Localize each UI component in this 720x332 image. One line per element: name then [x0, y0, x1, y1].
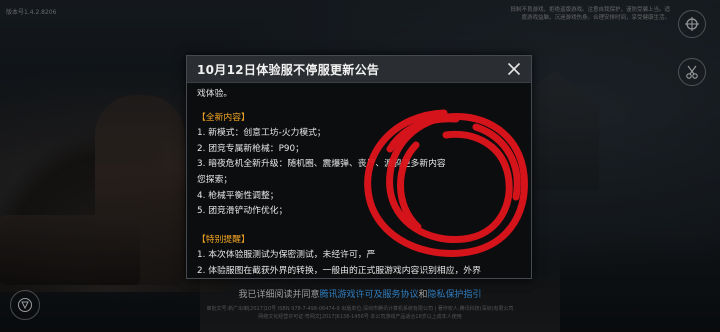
content-line: 2. 体验服图在截获外界的转换，一般由的正式服游戏内容识别相应，外界 [197, 265, 481, 276]
section-heading-special-notice: 【特别提醒】 [197, 234, 250, 245]
dialog-title: 10月12日体验服不停服更新公告 [197, 62, 380, 77]
announcement-dialog: 10月12日体验服不停服更新公告 戏体验。 【全新内容】 1. 新模式：创意工坊… [186, 55, 532, 279]
close-icon [507, 62, 521, 76]
content-line: 1. 新模式：创意工坊-火力模式； [197, 128, 326, 139]
section-heading-new-content: 【全新内容】 [197, 112, 250, 123]
content-line: 1. 本次体验服测试为保密测试，未经许可，严 [197, 250, 376, 261]
content-line: 4. 枪械平衡性调整； [197, 190, 279, 201]
content-line: 3. 暗夜危机全新升级：随机圈、震爆弹、丧尸、渡鸦更多新内容 [197, 159, 446, 170]
content-line: 戏体验。 [197, 89, 233, 99]
content-line: 您探索； [197, 174, 233, 185]
dialog-header: 10月12日体验服不停服更新公告 [187, 56, 531, 83]
content-line: 2. 团竞专属新枪械：P90； [197, 143, 304, 154]
content-line: 5. 团竞滑铲动作优化； [197, 206, 288, 217]
dialog-content[interactable]: 戏体验。 【全新内容】 1. 新模式：创意工坊-火力模式； 2. 团竞专属新枪械… [197, 87, 523, 278]
close-button[interactable] [505, 60, 523, 78]
